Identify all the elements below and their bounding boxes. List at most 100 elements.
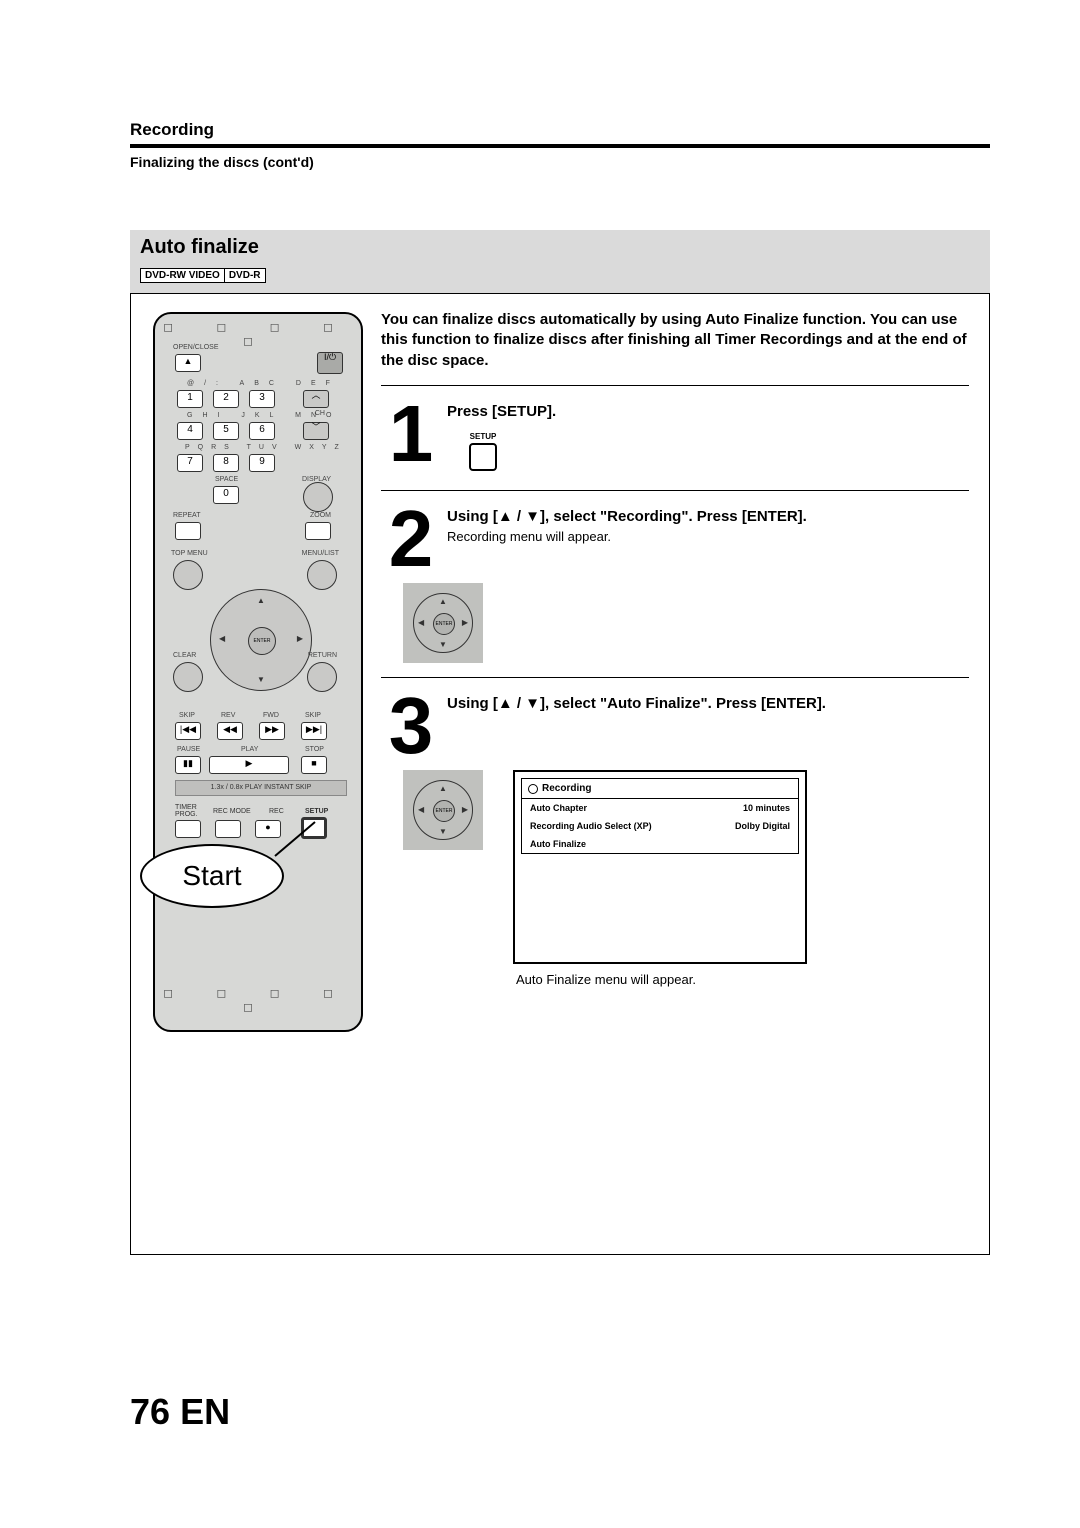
key-3: 3 [249,390,275,408]
pause-label: PAUSE [177,746,200,753]
intro-text: You can finalize discs automatically by … [381,310,969,371]
topic-title: Auto finalize [140,236,980,259]
clear-label: CLEAR [173,652,196,659]
zoom-button [305,522,331,540]
osd-title: Recording [522,779,798,799]
section-subtitle: Finalizing the discs (cont'd) [130,154,990,170]
keypad-pqrs-label: PQRS TUV WXYZ [185,444,347,451]
return-label: RETURN [308,652,337,659]
step-2-num: 2 [381,505,441,573]
skipback-button: |◀◀ [175,722,201,740]
osd-title-text: Recording [542,783,591,794]
osd-row-2-label: Recording Audio Select (XP) [530,821,652,831]
osd-row-3: Auto Finalize [522,835,798,853]
enter-center-icon-2: ENTER [433,800,455,822]
record-icon [528,784,538,794]
repeat-button [175,522,201,540]
recmode-button [215,820,241,838]
ch-down-button: ﹀ [303,422,329,440]
separator-1 [381,385,969,386]
rev-button: ◀◀ [217,722,243,740]
speed-label: 1.3x / 0.8x PLAY INSTANT SKIP [175,780,347,796]
keypad-abc-label: @/: ABC DEF [187,380,340,387]
pause-button: ▮▮ [175,756,201,774]
key-7: 7 [177,454,203,472]
remote-diagram: ◻ ◻ ◻ ◻ ◻ OPEN/CLOSE ▲ I/⏻ @/: ABC DEF 1… [153,312,368,1032]
stop-button: ■ [301,756,327,774]
osd-row-2-value: Dolby Digital [735,821,790,831]
key-1: 1 [177,390,203,408]
clear-button [173,662,203,692]
skipfwd-button: ▶▶| [301,722,327,740]
enter-dpad-icon-2: ▲ ▼ ◀ ▶ ENTER [403,770,483,850]
power-button: I/⏻ [317,352,343,374]
remote-body: ◻ ◻ ◻ ◻ ◻ OPEN/CLOSE ▲ I/⏻ @/: ABC DEF 1… [153,312,363,1032]
skip-label: SKIP [179,712,195,719]
content-frame: ◻ ◻ ◻ ◻ ◻ OPEN/CLOSE ▲ I/⏻ @/: ABC DEF 1… [130,293,990,1255]
topic-band: Auto finalize DVD-RW VIDEODVD-R [130,230,990,293]
space-label: SPACE [215,476,238,483]
eject-button: ▲ [175,354,201,372]
badge-dvdrw: DVD-RW VIDEO [140,268,225,283]
step-2: 2 Using [▲ / ▼], select "Recording". Pre… [381,505,969,573]
fwd-button: ▶▶ [259,722,285,740]
stop-label: STOP [305,746,324,753]
steps-column: You can finalize discs automatically by … [381,310,969,987]
key-0: 0 [213,486,239,504]
step-1: 1 Press [SETUP]. SETUP [381,400,969,476]
step-1-num: 1 [381,400,441,468]
rev-label: REV [221,712,235,719]
osd-row-1-value: 10 minutes [743,803,790,813]
step-2-sub: Recording menu will appear. [447,529,969,544]
repeat-label: REPEAT [173,512,201,519]
timer-button [175,820,201,838]
setup-button-icon-label: SETUP [469,432,497,441]
rec-label: REC [269,808,284,815]
ch-label: CH [315,410,325,417]
enter-dpad-icon: ▲ ▼ ◀ ▶ ENTER [403,583,483,663]
osd-menu: Recording Auto Chapter 10 minutes Record… [513,770,807,964]
key-4: 4 [177,422,203,440]
enter-button: ENTER [248,627,276,655]
start-bubble: Start [140,844,284,908]
open-close-label: OPEN/CLOSE [173,344,219,351]
dpad: ▲ ▼ ◀ ▶ ENTER [210,589,310,689]
osd-row-3-label: Auto Finalize [530,839,586,849]
topmenu-label: TOP MENU [171,550,208,557]
step-3-after: Auto Finalize menu will appear. [516,972,969,987]
step-3-title: Using [▲ / ▼], select "Auto Finalize". P… [447,694,969,714]
fwd-label: FWD [263,712,279,719]
key-2: 2 [213,390,239,408]
osd-row-2: Recording Audio Select (XP) Dolby Digita… [522,817,798,835]
return-button [307,662,337,692]
separator-2 [381,490,969,491]
key-5: 5 [213,422,239,440]
osd-row-1: Auto Chapter 10 minutes [522,799,798,817]
page-footer: 76 EN [130,1391,230,1433]
ch-up-button: ︿ [303,390,329,408]
page-number: 76 [130,1391,170,1432]
key-9: 9 [249,454,275,472]
manual-page: Recording Finalizing the discs (cont'd) … [0,0,1080,1528]
timer-label: TIMER PROG. [175,804,198,818]
step-3-num: 3 [381,692,441,760]
zoom-label: ZOOM [310,512,331,519]
play-button: ▶ [209,756,289,774]
menulist-button [307,560,337,590]
display-button [303,482,333,512]
step-2-title: Using [▲ / ▼], select "Recording". Press… [447,507,969,527]
step-1-title: Press [SETUP]. [447,402,969,422]
media-badges: DVD-RW VIDEODVD-R [140,265,980,283]
header-rule [130,144,990,148]
key-8: 8 [213,454,239,472]
enter-center-icon: ENTER [433,613,455,635]
step-3: 3 Using [▲ / ▼], select "Auto Finalize".… [381,692,969,760]
badge-dvdr: DVD-R [224,268,266,283]
topmenu-button [173,560,203,590]
recmode-label: REC MODE [213,808,251,815]
setup-label: SETUP [305,808,328,815]
skip2-label: SKIP [305,712,321,719]
play-label: PLAY [241,746,258,753]
remote-bottom-dots: ◻ ◻ ◻ ◻ ◻ [155,986,361,1014]
osd-row-1-label: Auto Chapter [530,803,587,813]
